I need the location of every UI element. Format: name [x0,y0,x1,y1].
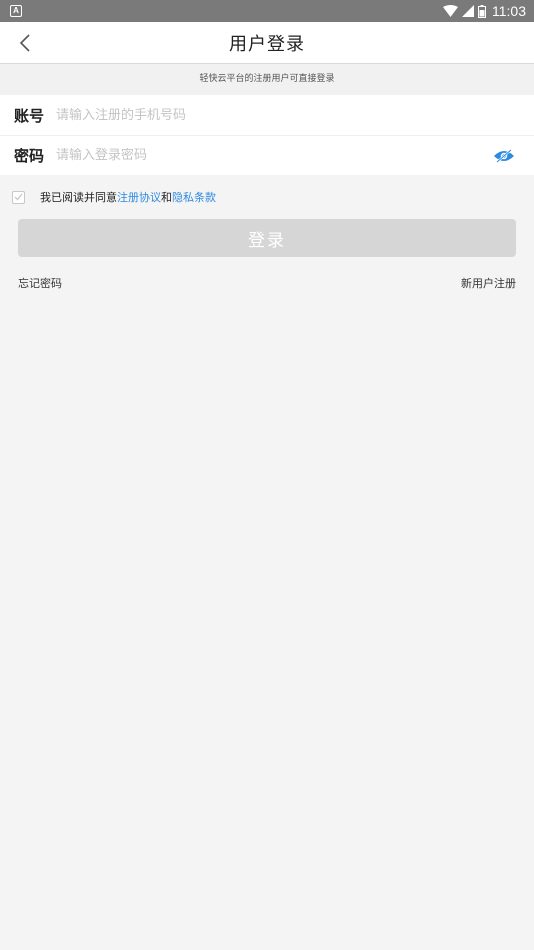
agreement-prefix: 我已阅读并同意 [40,191,117,204]
eye-off-icon [494,148,514,163]
status-bar: A 11:03 [0,0,534,22]
agreement-row: 我已阅读并同意 注册协议 和 隐私条款 [0,175,534,219]
page-title: 用户登录 [229,33,305,55]
agreement-conjunction: 和 [161,191,172,204]
toggle-password-visibility-button[interactable] [492,144,516,168]
notification-a-icon: A [10,5,22,17]
battery-icon [478,4,486,18]
clock: 11:03 [492,3,526,19]
password-input[interactable] [56,148,492,163]
bottom-links: 忘记密码 新用户注册 [0,275,534,291]
wifi-icon [443,5,458,17]
app-bar: 用户登录 [0,22,534,64]
login-button[interactable]: 登录 [18,219,516,257]
password-row: 密码 [0,135,534,175]
account-label: 账号 [14,106,45,125]
login-hint: 轻快云平台的注册用户可直接登录 [0,64,534,95]
account-row: 账号 [0,95,534,135]
signal-icon [462,5,474,17]
privacy-link[interactable]: 隐私条款 [172,189,216,205]
password-label: 密码 [14,147,45,165]
register-link[interactable]: 新用户注册 [461,275,516,291]
forgot-password-link[interactable]: 忘记密码 [18,275,62,291]
account-input[interactable] [56,107,520,123]
agreement-checkbox[interactable] [12,190,25,204]
back-button[interactable] [10,28,40,58]
chevron-left-icon [19,34,30,52]
terms-link[interactable]: 注册协议 [117,189,161,205]
check-icon [14,193,23,201]
